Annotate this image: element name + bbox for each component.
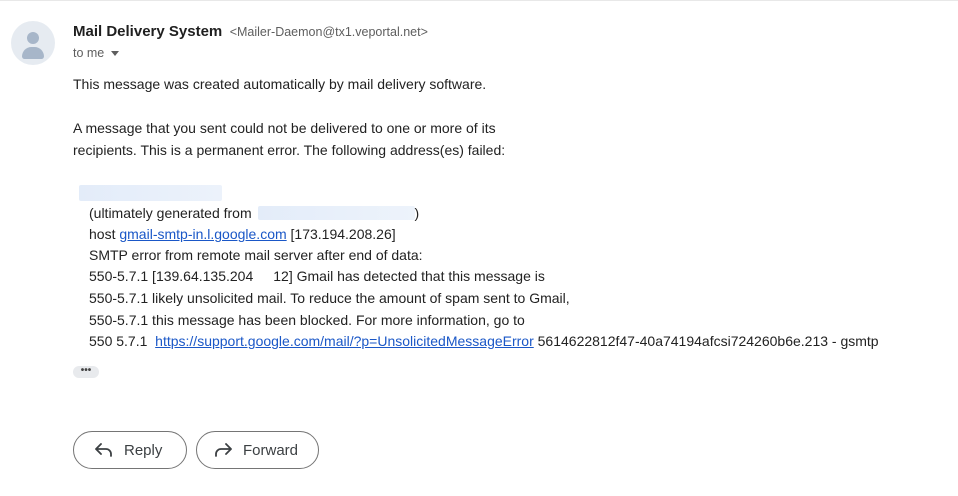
avatar-person-body	[22, 47, 44, 59]
generated-prefix: (ultimately generated from	[89, 205, 252, 221]
forward-arrow-icon	[214, 443, 232, 457]
error-line-1: 550-5.7.1 [139.64.135.204 12] Gmail has d…	[89, 266, 545, 287]
error-line-4: 550 5.7.1 https://support.google.com/mai…	[89, 331, 879, 352]
sender-avatar[interactable]	[11, 21, 55, 65]
sender-name[interactable]: Mail Delivery System	[73, 23, 222, 40]
recipient-details-toggle[interactable]: to me	[73, 46, 120, 60]
forward-label: Forward	[243, 441, 299, 459]
reply-button[interactable]: Reply	[73, 431, 187, 469]
redacted-original-address	[257, 206, 415, 220]
error-line-3: 550-5.7.1 this message has been blocked.…	[89, 312, 525, 328]
body-line-failure-2: recipients. This is a permanent error. T…	[73, 142, 506, 158]
sender-email: <Mailer-Daemon@tx1.veportal.net>	[229, 25, 428, 39]
host-line: host gmail-smtp-in.l.google.com [173.194…	[89, 224, 396, 245]
host-prefix: host	[89, 226, 116, 242]
body-line-failure-1: A message that you sent could not be del…	[73, 120, 496, 136]
reply-label: Reply	[124, 441, 163, 459]
show-trimmed-content-button[interactable]: •••	[73, 366, 99, 378]
top-divider	[0, 0, 958, 1]
support-link[interactable]: https://support.google.com/mail/?p=Unsol…	[155, 333, 534, 349]
error-line-2: 550-5.7.1 likely unsolicited mail. To re…	[89, 290, 570, 306]
chevron-down-icon	[111, 51, 120, 57]
forward-button[interactable]: Forward	[196, 431, 319, 469]
body-line-auto-generated: This message was created automatically b…	[73, 76, 487, 92]
generated-from-line: (ultimately generated from )	[89, 203, 419, 224]
avatar-person-icon	[27, 32, 39, 44]
smtp-error-line: SMTP error from remote mail server after…	[89, 247, 423, 263]
error-line-1b: 12] Gmail has detected that this message…	[273, 268, 545, 284]
error-line-1a: 550-5.7.1 [139.64.135.204	[89, 268, 254, 284]
sender-line: Mail Delivery System <Mailer-Daemon@tx1.…	[73, 23, 428, 41]
recipient-label: to me	[73, 46, 105, 60]
error-line-4-prefix: 550 5.7.1	[89, 333, 148, 349]
error-line-4-suffix: 5614622812f47-40a74194afcsi724260b6e.213…	[537, 333, 879, 349]
host-link[interactable]: gmail-smtp-in.l.google.com	[119, 226, 286, 242]
host-ip: [173.194.208.26]	[290, 226, 396, 242]
reply-arrow-icon	[95, 443, 113, 457]
generated-suffix: )	[414, 205, 420, 221]
redacted-address	[79, 185, 222, 201]
